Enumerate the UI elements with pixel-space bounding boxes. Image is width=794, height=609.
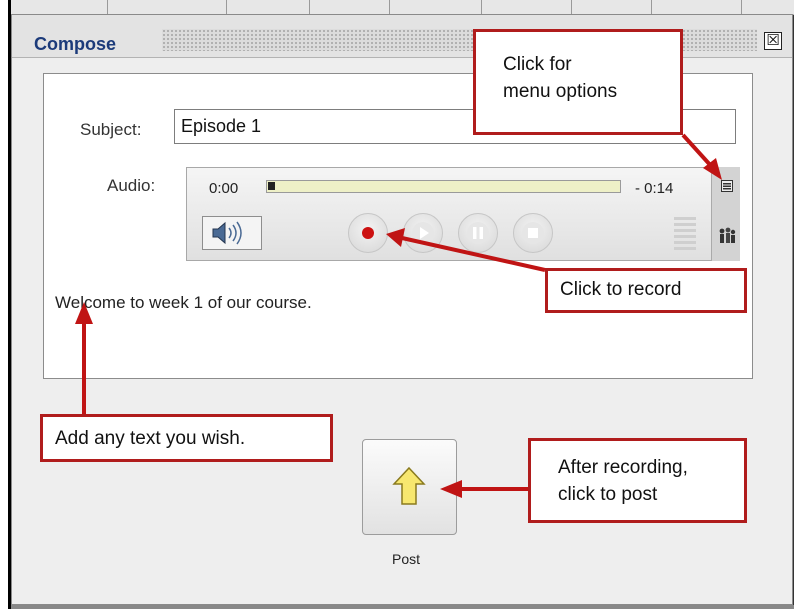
stop-icon	[522, 222, 544, 244]
callout-menu-line2: menu options	[503, 81, 618, 102]
speaker-icon	[212, 221, 242, 245]
elapsed-time: 0:00	[209, 180, 239, 197]
stop-button[interactable]	[513, 213, 553, 253]
play-icon	[412, 222, 434, 244]
record-icon	[362, 227, 374, 239]
background-window-strip	[11, 0, 794, 15]
level-meter-icon	[674, 217, 696, 253]
progress-track[interactable]	[266, 180, 621, 193]
callout-post-line1: After recording,	[558, 457, 688, 478]
callout-post-line2: click to post	[558, 484, 658, 505]
post-label: Post	[392, 551, 421, 567]
remaining-time: - 0:14	[635, 180, 674, 197]
audio-label: Audio:	[107, 176, 156, 195]
close-button[interactable]: ☒	[764, 32, 782, 50]
callout-post: After recording, click to post	[528, 438, 747, 523]
post-button[interactable]	[362, 439, 457, 535]
callout-record: Click to record	[545, 268, 747, 313]
message-body[interactable]: Welcome to week 1 of our course.	[55, 293, 312, 313]
volume-button[interactable]	[202, 216, 262, 250]
callout-add-text: Add any text you wish.	[40, 414, 333, 462]
play-button[interactable]	[403, 213, 443, 253]
pause-icon	[467, 222, 489, 244]
subject-label: Subject:	[80, 120, 142, 139]
progress-thumb[interactable]	[268, 182, 275, 190]
callout-menu-options: Click for menu options	[473, 29, 683, 135]
up-arrow-icon	[392, 466, 426, 505]
people-icon[interactable]	[717, 226, 737, 246]
callout-menu-line1: Click for	[503, 54, 572, 75]
bottom-edge	[11, 605, 794, 609]
menu-icon[interactable]	[721, 180, 733, 192]
record-button[interactable]	[348, 213, 388, 253]
dialog-title: Compose	[34, 34, 117, 54]
pause-button[interactable]	[458, 213, 498, 253]
